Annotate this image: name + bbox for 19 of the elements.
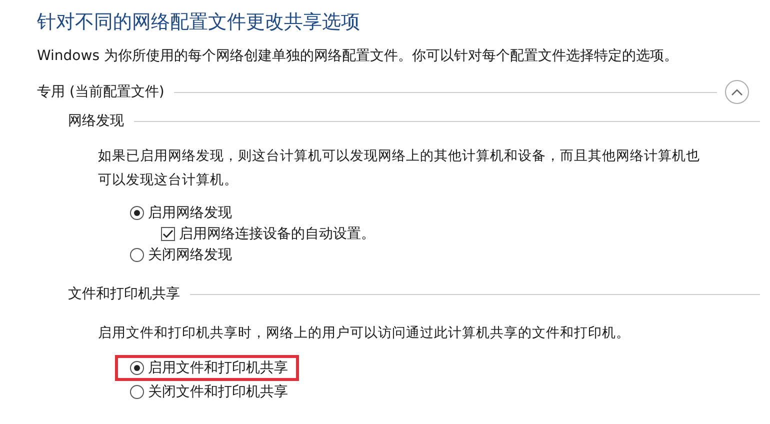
checkbox[interactable] — [161, 226, 175, 240]
radio-button[interactable] — [130, 361, 144, 375]
section-heading: 文件和打印机共享 — [68, 285, 180, 303]
page-description: Windows 为你所使用的每个网络创建单独的网络配置文件。你可以针对每个配置文件选择特定的选项。 — [37, 47, 679, 66]
option-label: 关闭网络发现 — [148, 246, 232, 264]
radio-button[interactable] — [130, 206, 144, 220]
option-label: 关闭文件和打印机共享 — [148, 382, 288, 400]
option-label: 启用文件和打印机共享 — [148, 359, 288, 377]
option-label: 启用网络发现 — [148, 204, 232, 222]
option-label: 启用网络连接设备的自动设置。 — [179, 224, 375, 242]
radio-button[interactable] — [130, 248, 144, 262]
page-title: 针对不同的网络配置文件更改共享选项 — [37, 10, 361, 34]
collapse-button[interactable] — [725, 80, 749, 104]
section-description: 如果已启用网络发现，则这台计算机可以发现网络上的其他计算机和设备，而且其他网络计算机也可以发现这台计算机。 — [98, 147, 701, 190]
section-heading: 网络发现 — [68, 112, 124, 130]
profile-heading: 专用 (当前配置文件) — [37, 83, 164, 101]
section-description: 启用文件和打印机共享时，网络上的用户可以访问通过此计算机共享的文件和打印机。 — [98, 324, 631, 343]
chevron-up-icon — [731, 88, 743, 96]
radio-button[interactable] — [130, 384, 144, 398]
